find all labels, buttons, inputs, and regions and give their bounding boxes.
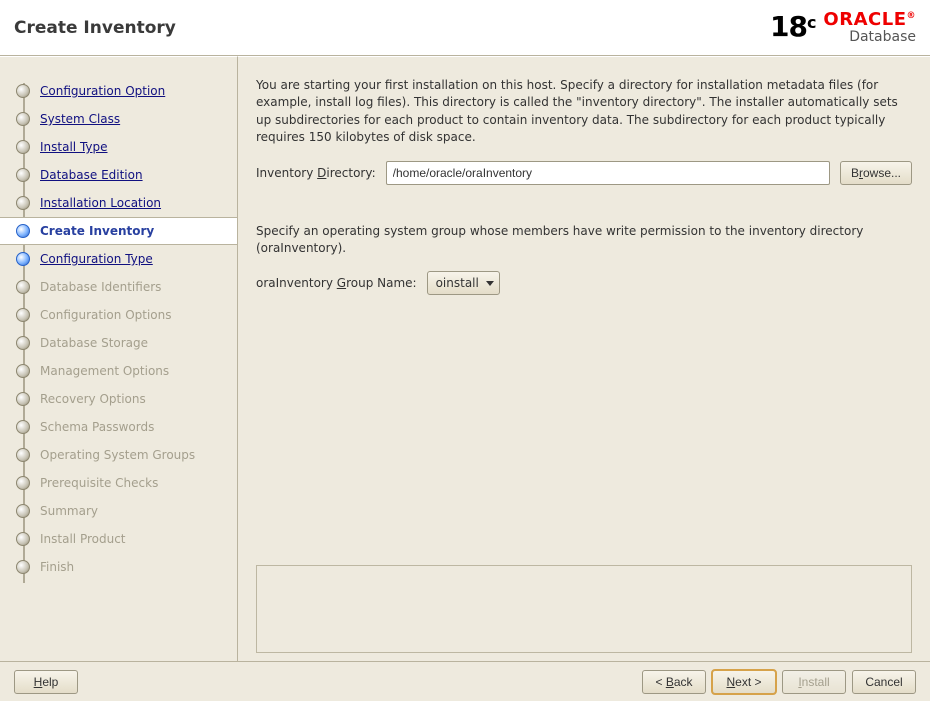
step-node-icon xyxy=(16,224,30,238)
sidebar-item-management-options: Management Options xyxy=(0,357,237,385)
page-title: Create Inventory xyxy=(14,18,176,38)
step-node-icon xyxy=(16,448,30,462)
back-button[interactable]: < Back xyxy=(642,670,706,694)
sidebar-item-label[interactable]: Configuration Type xyxy=(40,252,153,266)
message-area xyxy=(256,565,912,653)
step-node-icon xyxy=(16,112,30,126)
sidebar-item-label: Prerequisite Checks xyxy=(40,476,158,490)
sidebar-item-label: Recovery Options xyxy=(40,392,146,406)
inventory-directory-row: Inventory Directory: Browse... xyxy=(256,161,912,185)
cancel-button[interactable]: Cancel xyxy=(852,670,916,694)
sidebar-item-label: Create Inventory xyxy=(40,224,154,238)
sidebar-item-installation-location[interactable]: Installation Location xyxy=(0,189,237,217)
next-button[interactable]: Next > xyxy=(712,670,776,694)
logo-version: 18c xyxy=(770,13,815,41)
inventory-directory-input[interactable] xyxy=(386,161,830,185)
sidebar-item-database-storage: Database Storage xyxy=(0,329,237,357)
browse-button[interactable]: Browse... xyxy=(840,161,912,185)
content: You are starting your first installation… xyxy=(238,56,930,661)
step-node-icon xyxy=(16,336,30,350)
group-row: oraInventory Group Name: oinstall xyxy=(256,271,912,295)
sidebar-item-label[interactable]: Configuration Option xyxy=(40,84,165,98)
step-node-icon xyxy=(16,252,30,266)
main: Configuration Option System Class Install … xyxy=(0,56,930,661)
step-node-icon xyxy=(16,392,30,406)
step-node-icon xyxy=(16,168,30,182)
group-label: oraInventory Group Name: xyxy=(256,276,417,290)
logo-brand: ORACLE® Database xyxy=(823,11,916,45)
sidebar-item-install-product: Install Product xyxy=(0,525,237,553)
logo: 18c ORACLE® Database xyxy=(770,11,916,45)
step-node-icon xyxy=(16,560,30,574)
sidebar-item-label: Schema Passwords xyxy=(40,420,154,434)
group-select-value: oinstall xyxy=(436,276,479,290)
step-node-icon xyxy=(16,476,30,490)
step-node-icon xyxy=(16,196,30,210)
sidebar-item-schema-passwords: Schema Passwords xyxy=(0,413,237,441)
step-node-icon xyxy=(16,532,30,546)
sidebar-item-system-class[interactable]: System Class xyxy=(0,105,237,133)
sidebar-item-label[interactable]: Installation Location xyxy=(40,196,161,210)
group-description: Specify an operating system group whose … xyxy=(256,223,912,258)
sidebar-item-label[interactable]: System Class xyxy=(40,112,120,126)
inventory-description: You are starting your first installation… xyxy=(256,77,912,147)
sidebar: Configuration Option System Class Install … xyxy=(0,56,238,661)
help-button[interactable]: Help xyxy=(14,670,78,694)
sidebar-item-create-inventory: Create Inventory xyxy=(0,217,237,245)
sidebar-item-label[interactable]: Database Edition xyxy=(40,168,143,182)
sidebar-item-configuration-option[interactable]: Configuration Option xyxy=(0,77,237,105)
sidebar-item-label: Database Identifiers xyxy=(40,280,161,294)
footer: Help < Back Next > Install Cancel xyxy=(0,661,930,701)
sidebar-item-configuration-type[interactable]: Configuration Type xyxy=(0,245,237,273)
sidebar-item-configuration-options: Configuration Options xyxy=(0,301,237,329)
sidebar-item-label: Configuration Options xyxy=(40,308,172,322)
step-node-icon xyxy=(16,420,30,434)
sidebar-item-prerequisite-checks: Prerequisite Checks xyxy=(0,469,237,497)
sidebar-item-operating-system-groups: Operating System Groups xyxy=(0,441,237,469)
header: Create Inventory 18c ORACLE® Database xyxy=(0,0,930,56)
sidebar-item-label: Summary xyxy=(40,504,98,518)
group-select[interactable]: oinstall xyxy=(427,271,500,295)
sidebar-items: Configuration Option System Class Install … xyxy=(0,77,237,581)
sidebar-item-label: Operating System Groups xyxy=(40,448,195,462)
sidebar-item-recovery-options: Recovery Options xyxy=(0,385,237,413)
chevron-down-icon xyxy=(485,278,495,288)
step-node-icon xyxy=(16,308,30,322)
step-node-icon xyxy=(16,364,30,378)
sidebar-item-database-edition[interactable]: Database Edition xyxy=(0,161,237,189)
sidebar-item-label: Management Options xyxy=(40,364,169,378)
sidebar-item-database-identifiers: Database Identifiers xyxy=(0,273,237,301)
step-node-icon xyxy=(16,140,30,154)
sidebar-item-label: Finish xyxy=(40,560,74,574)
sidebar-item-finish: Finish xyxy=(0,553,237,581)
sidebar-item-label: Install Product xyxy=(40,532,126,546)
sidebar-item-label[interactable]: Install Type xyxy=(40,140,108,154)
step-node-icon xyxy=(16,84,30,98)
sidebar-item-label: Database Storage xyxy=(40,336,148,350)
sidebar-item-install-type[interactable]: Install Type xyxy=(0,133,237,161)
step-node-icon xyxy=(16,504,30,518)
step-node-icon xyxy=(16,280,30,294)
sidebar-item-summary: Summary xyxy=(0,497,237,525)
inventory-directory-label: Inventory Directory: xyxy=(256,166,376,180)
install-button: Install xyxy=(782,670,846,694)
